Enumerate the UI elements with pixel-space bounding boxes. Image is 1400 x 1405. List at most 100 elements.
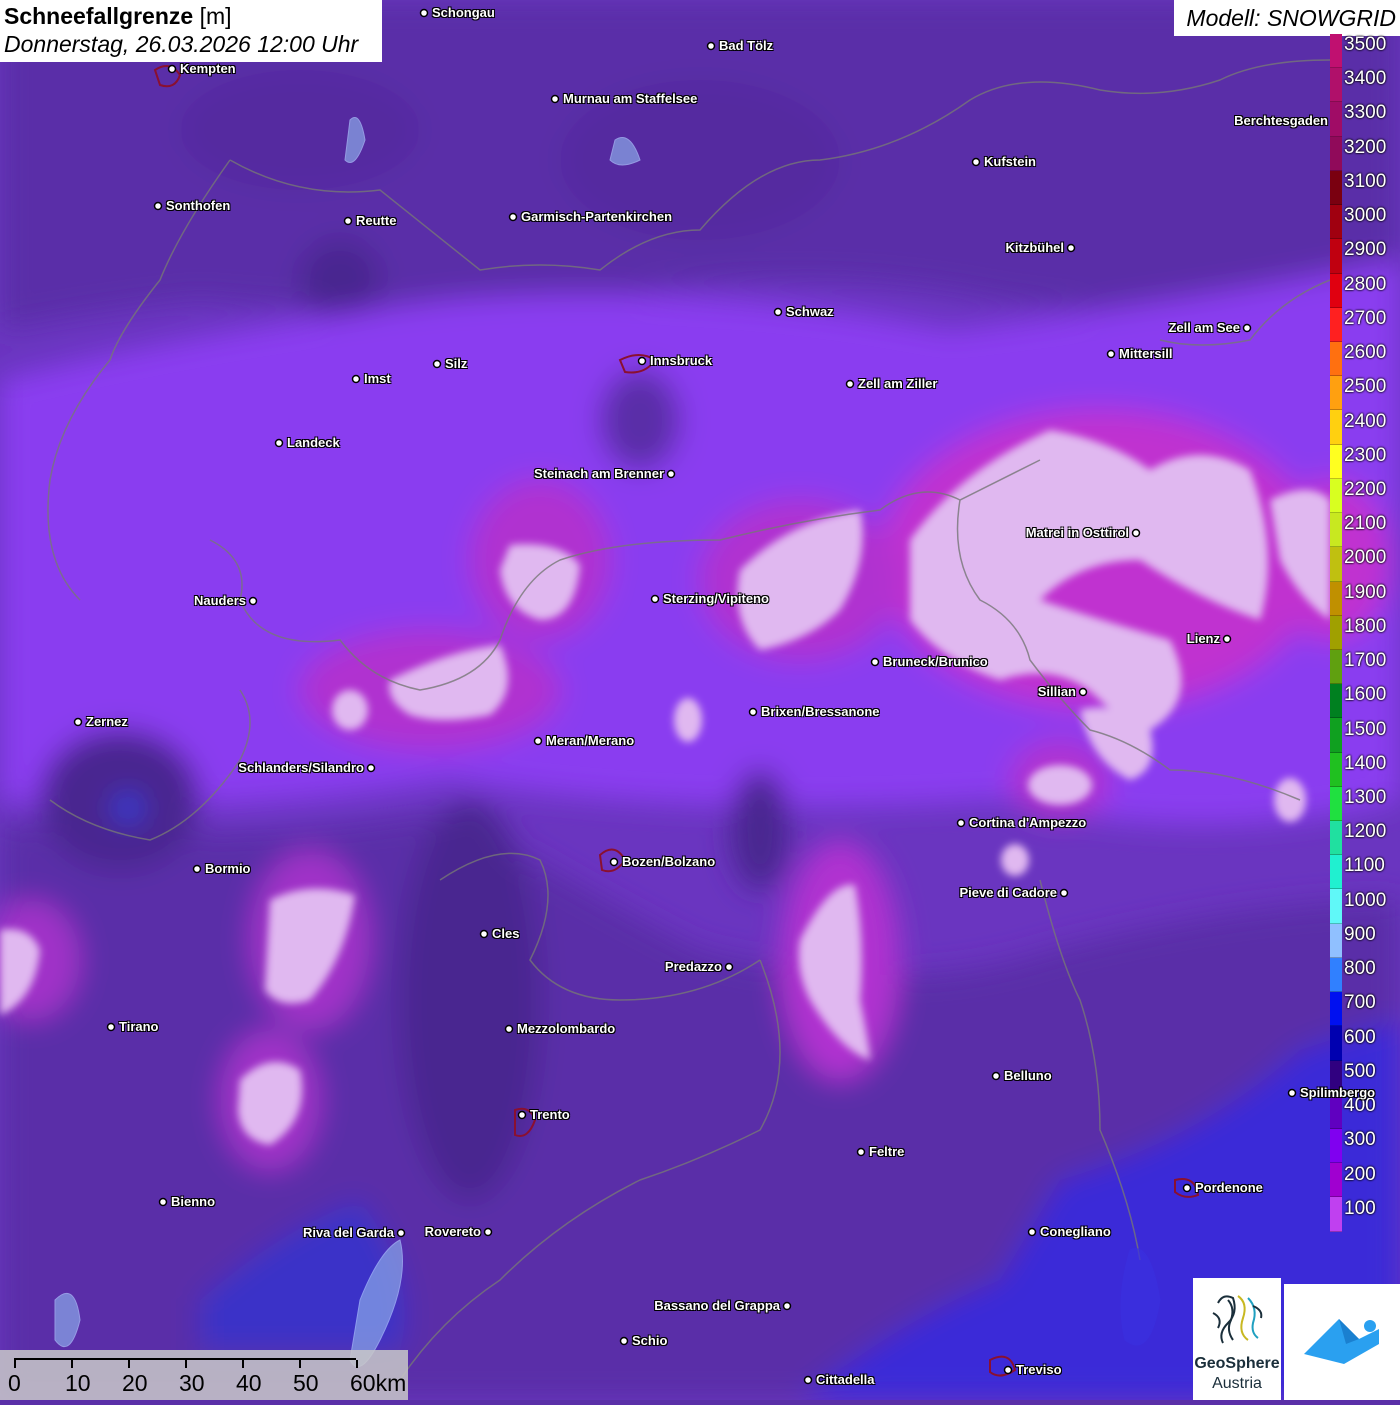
city-dot [609, 857, 619, 867]
geosphere-sub: Austria [1212, 1375, 1262, 1392]
legend-swatch [1330, 102, 1342, 137]
legend-label: 2300 [1344, 444, 1387, 466]
scale-tick [356, 1360, 358, 1368]
city-label: Sillian [1037, 684, 1076, 699]
legend-label: 1100 [1344, 855, 1385, 877]
city-label: Cortina d'Ampezzo [969, 815, 1087, 830]
city-label: Zell am See [1168, 320, 1240, 335]
city-label: Bruneck/Brunico [883, 654, 988, 669]
legend-swatch [1330, 718, 1342, 753]
city-dot [782, 1301, 792, 1311]
scale-label: 60km [350, 1370, 407, 1396]
snow-app-logo[interactable] [1284, 1284, 1400, 1400]
city-dot [153, 201, 163, 211]
city-dot [856, 1147, 866, 1157]
city-dot [479, 929, 489, 939]
city-label: Bormio [205, 861, 251, 876]
city-dot [343, 216, 353, 226]
city-label: Berchtesgaden [1234, 113, 1328, 128]
city-label: Meran/Merano [546, 733, 635, 748]
scale-tick [14, 1360, 16, 1368]
city-dot [396, 1228, 406, 1238]
city-dot [1027, 1227, 1037, 1237]
city-dot [724, 962, 734, 972]
legend-label: 3300 [1344, 102, 1387, 124]
legend-swatch [1330, 170, 1342, 206]
legend-label: 100 [1344, 1197, 1376, 1219]
legend-swatch [1330, 444, 1342, 479]
legend-label: 900 [1344, 923, 1376, 945]
legend-swatch [1330, 410, 1342, 445]
city-dot [650, 594, 660, 604]
legend-label: 1400 [1344, 752, 1387, 774]
city-label: Conegliano [1040, 1224, 1111, 1239]
city-dot [870, 657, 880, 667]
legend-label: 600 [1344, 1026, 1376, 1048]
title-panel: Schneefallgrenze [m] Donnerstag, 26.03.2… [0, 0, 382, 62]
city-label: Trento [530, 1107, 570, 1122]
city-dot [533, 736, 543, 746]
legend-label: 800 [1344, 958, 1376, 980]
city-label: Bozen/Bolzano [622, 854, 716, 869]
city-dot [504, 1024, 514, 1034]
city-dot [550, 94, 560, 104]
city-dot [1287, 1088, 1297, 1098]
city-label: Riva del Garda [302, 1225, 394, 1240]
city-dot [1182, 1183, 1192, 1193]
city-dot [106, 1022, 116, 1032]
legend-swatch [1330, 581, 1342, 616]
city-dot [991, 1071, 1001, 1081]
legend-swatch [1330, 923, 1342, 958]
legend-label: 2700 [1344, 307, 1387, 329]
city-label: Lienz [1186, 631, 1220, 646]
city-label: Garmisch-Partenkirchen [521, 209, 673, 224]
legend-swatch [1330, 68, 1342, 103]
city-label: Spilimbergo [1300, 1085, 1376, 1100]
scale-tick [71, 1360, 73, 1368]
legend-label: 2900 [1344, 239, 1387, 261]
city-label: Murnau am Staffelsee [563, 91, 698, 106]
city-dot [483, 1227, 493, 1237]
city-label: Sterzing/Vipiteno [663, 591, 769, 606]
legend-label: 2200 [1344, 478, 1387, 500]
legend-label: 700 [1344, 992, 1376, 1014]
legend-swatch [1330, 889, 1342, 924]
title-bold: Schneefallgrenze [4, 3, 194, 29]
color-legend: 3500 3400 3300 3200 3100 3000 2900 2800 2700 2600… [1330, 34, 1400, 1232]
city-dot [366, 763, 376, 773]
city-label: Tirano [119, 1019, 159, 1034]
geosphere-name: GeoSphere [1194, 1355, 1280, 1372]
map-title: Schneefallgrenze [m] [4, 2, 378, 30]
city-label: Mittersill [1119, 346, 1173, 361]
city-dot [803, 1375, 813, 1385]
city-label: Schlanders/Silandro [238, 760, 364, 775]
legend-swatch [1330, 1163, 1342, 1198]
city-dot [167, 64, 177, 74]
city-dot [1131, 528, 1141, 538]
legend-swatch [1330, 478, 1342, 514]
title-unit: [m] [199, 3, 232, 29]
city-dot [1059, 888, 1069, 898]
geosphere-emblem-icon [1212, 1295, 1263, 1344]
scale-tick [242, 1360, 244, 1368]
legend-label: 2000 [1344, 547, 1387, 569]
city-dot [419, 8, 429, 18]
legend-swatch [1330, 34, 1342, 69]
geosphere-logo[interactable]: GeoSphere Austria [1193, 1278, 1281, 1400]
legend-swatch [1330, 205, 1342, 240]
city-label: Predazzo [664, 959, 722, 974]
city-dot [192, 864, 202, 874]
scale-bar-line [14, 1358, 358, 1368]
legend-label: 3500 [1344, 34, 1387, 55]
legend-label: 300 [1344, 1129, 1376, 1151]
model-label: Modell: SNOWGRID [1174, 0, 1400, 36]
city-label: Kempten [180, 61, 236, 76]
city-label: Kufstein [984, 154, 1036, 169]
city-label: Reutte [356, 213, 397, 228]
city-dot [1066, 243, 1076, 253]
city-label: Cittadella [816, 1372, 875, 1387]
scale-tick [128, 1360, 130, 1368]
scale-tick [185, 1360, 187, 1368]
city-label: Mezzolombardo [517, 1021, 616, 1036]
legend-swatch [1330, 786, 1342, 822]
